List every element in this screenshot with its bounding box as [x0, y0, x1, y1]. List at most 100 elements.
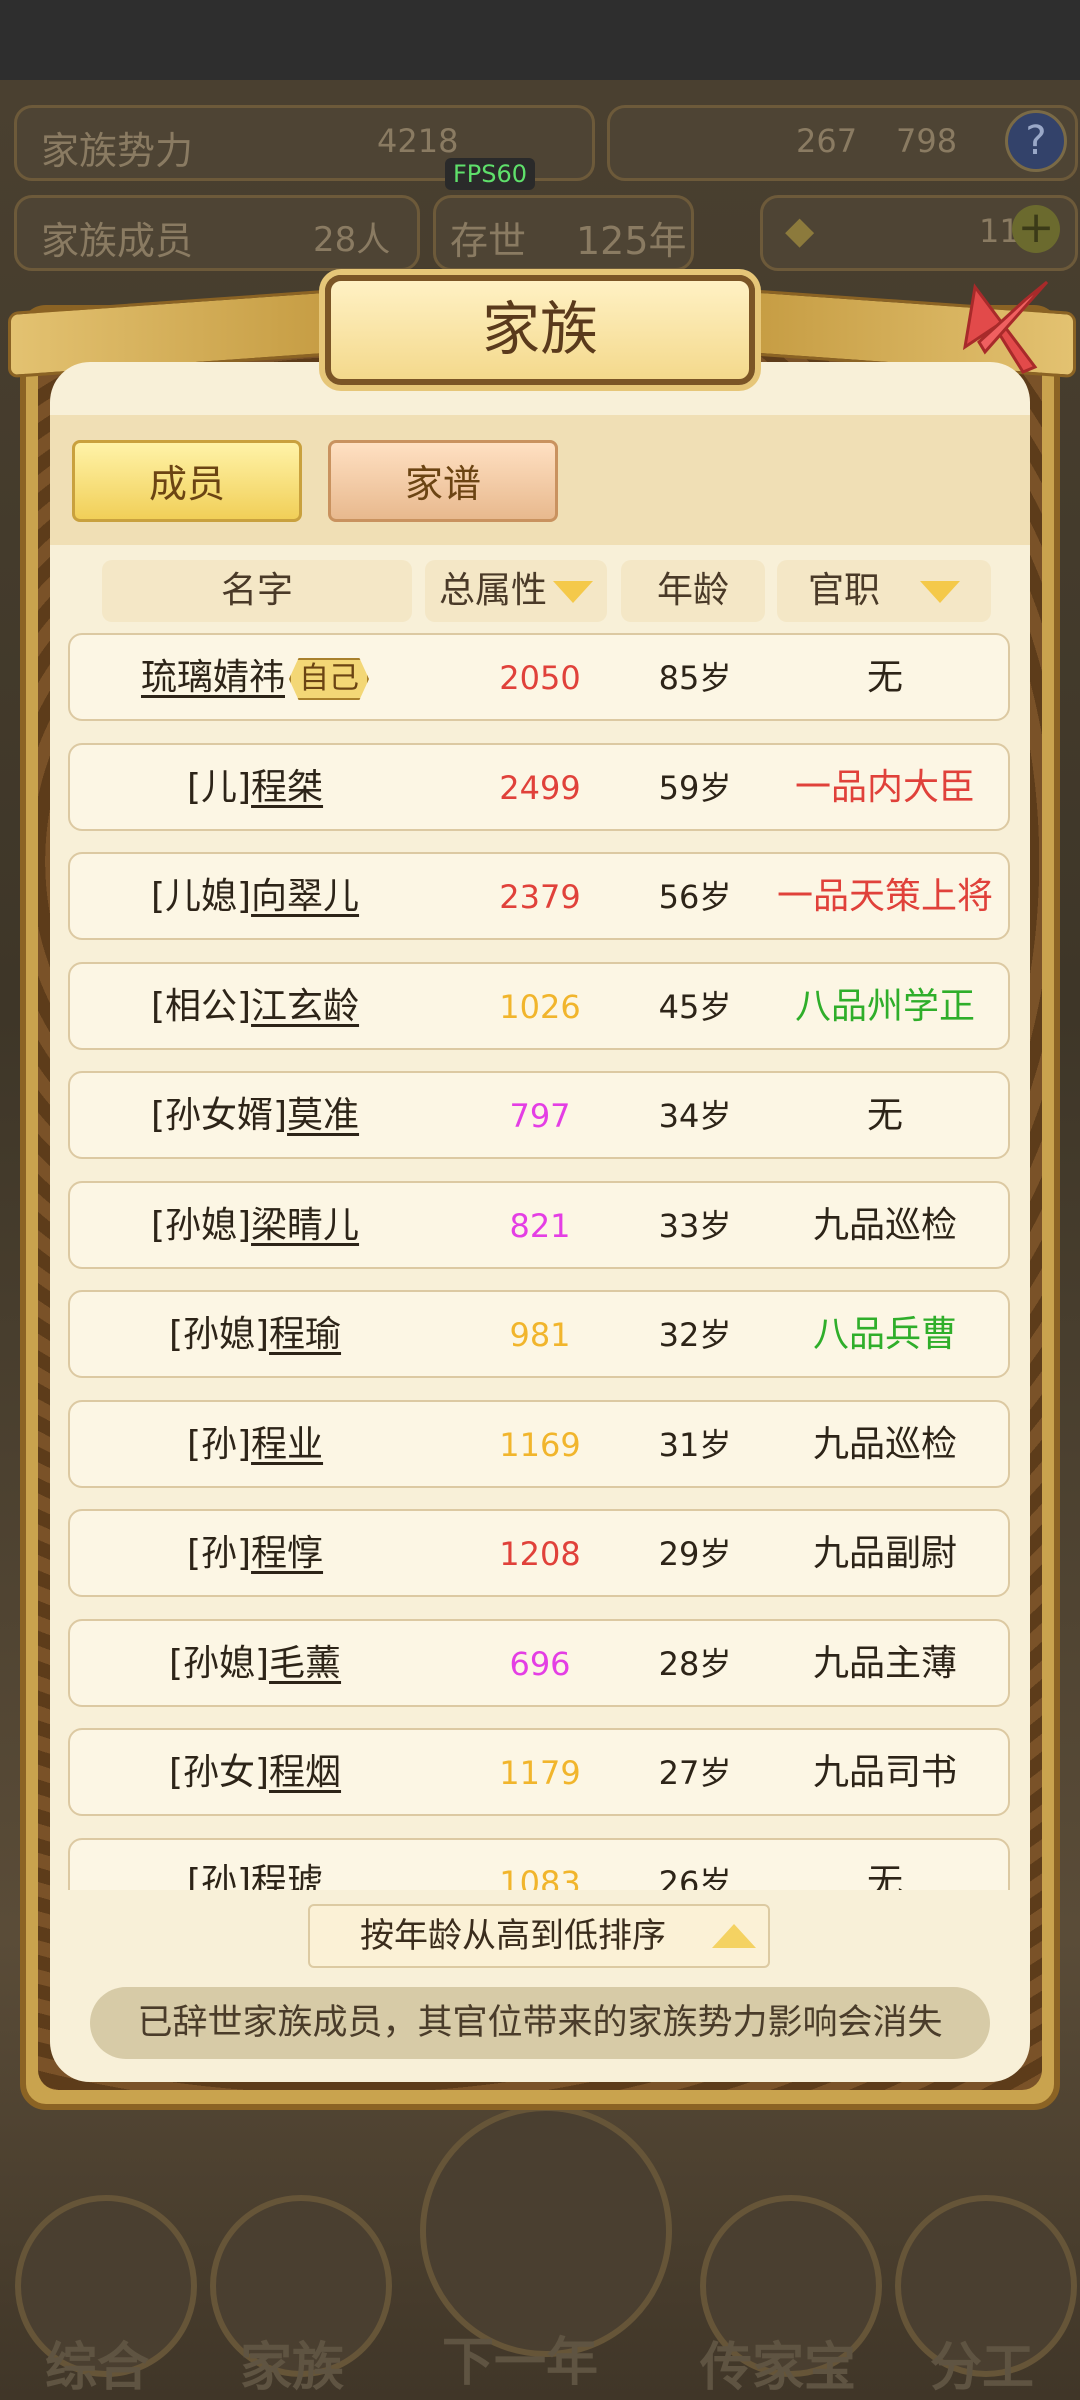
sort-order-button[interactable]: 按年龄从高到低排序: [308, 1904, 770, 1968]
member-name-cell: [孙]程琥: [70, 1840, 440, 1891]
member-row[interactable]: [孙]程惇 1208 29岁 九品副尉: [68, 1509, 1010, 1597]
member-attr: 1179: [499, 1754, 581, 1792]
member-row[interactable]: [儿媳]向翠儿 2379 56岁 一品天策上将: [68, 852, 1010, 940]
member-relation: [孙女]: [168, 1752, 270, 1793]
member-age: 26岁: [658, 1863, 732, 1891]
nav-label-general[interactable]: 综合: [45, 2325, 149, 2400]
column-header-age[interactable]: 年龄: [621, 560, 765, 622]
member-post: 无: [866, 657, 903, 698]
member-post: 九品司书: [812, 1752, 957, 1793]
member-name-link[interactable]: 程瑜: [269, 1314, 341, 1355]
member-name-link[interactable]: 江玄龄: [251, 986, 359, 1027]
member-row[interactable]: [孙]程业 1169 31岁 九品巡检: [68, 1399, 1010, 1490]
member-row[interactable]: [孙女]程烟 1179 27岁 九品司书: [68, 1728, 1010, 1816]
member-age: 32岁: [658, 1316, 732, 1354]
member-row[interactable]: [孙]程琥 1083 26岁 无: [68, 1837, 1010, 1891]
member-row[interactable]: [孙媳]毛薰 696 28岁 九品主薄: [68, 1618, 1010, 1709]
nav-label-division[interactable]: 分工: [930, 2325, 1034, 2400]
member-attr: 1083: [499, 1863, 581, 1891]
member-attr: 1169: [499, 1425, 581, 1464]
member-age: 59岁: [658, 768, 732, 807]
member-attr: 2379: [499, 878, 581, 916]
member-post: 九品副尉: [812, 1533, 957, 1574]
member-row[interactable]: 琉璃婧祎 自己 2050 85岁 无: [68, 633, 1010, 721]
dialog-title: 家族: [481, 295, 598, 363]
member-row[interactable]: [儿]程桀 2499 59岁 一品内大臣: [68, 742, 1010, 831]
member-attr: 981: [509, 1316, 571, 1354]
member-relation: [孙]: [186, 1533, 252, 1574]
member-name-cell: [孙媳]程瑜: [70, 1292, 440, 1380]
member-name-cell: [孙女]程烟: [70, 1730, 440, 1818]
filter-dropdown-icon: [920, 581, 960, 603]
dialog-title-plate: 家族: [325, 275, 755, 385]
existence-value: 125年: [576, 219, 687, 263]
member-name-link[interactable]: 程桀: [251, 767, 323, 808]
member-name-cell: [孙]程业: [70, 1402, 440, 1490]
member-name-cell: 琉璃婧祎 自己: [70, 635, 440, 723]
member-relation: [孙]: [186, 1861, 252, 1891]
clan-power-label: 家族势力: [41, 129, 194, 173]
member-name-link[interactable]: 向翠儿: [251, 876, 359, 917]
member-relation: [孙]: [186, 1423, 252, 1465]
member-age: 31岁: [658, 1425, 732, 1464]
member-post: 无: [866, 1095, 903, 1136]
member-name-link[interactable]: 毛薰: [269, 1643, 341, 1684]
member-age: 29岁: [658, 1535, 732, 1573]
member-age: 34岁: [658, 1097, 732, 1135]
column-header-post[interactable]: 官职: [777, 560, 991, 622]
member-name-link[interactable]: 程惇: [251, 1533, 323, 1574]
member-name-cell: [孙媳]毛薰: [70, 1621, 440, 1709]
member-row[interactable]: [孙媳]程瑜 981 32岁 八品兵曹: [68, 1290, 1010, 1378]
add-gold-icon[interactable]: +: [1012, 205, 1060, 253]
nav-label-heirloom[interactable]: 传家宝: [700, 2325, 856, 2400]
member-row[interactable]: [孙女婿]莫准 797 34岁 无: [68, 1071, 1010, 1159]
member-name-link[interactable]: 莫准: [287, 1095, 359, 1136]
member-relation: [孙媳]: [168, 1314, 270, 1355]
existence-box: 存世 125年: [433, 195, 694, 271]
member-post: 一品天策上将: [776, 876, 993, 917]
sort-dropdown-icon: [553, 581, 593, 603]
member-attr: 797: [509, 1097, 571, 1135]
member-age: 85岁: [658, 659, 732, 697]
member-post: 无: [866, 1861, 903, 1891]
member-name-link[interactable]: 琉璃婧祎: [141, 657, 285, 698]
member-list[interactable]: 琉璃婧祎 自己 2050 85岁无 [儿]程桀 2499 59岁 一品内大臣 [儿媳]向翠儿 23…: [68, 633, 1010, 1890]
member-name-cell: [孙女婿]莫准: [70, 1073, 440, 1161]
member-attr: 2499: [499, 768, 581, 807]
member-row[interactable]: [孙媳]梁睛儿 821 33岁 九品巡检: [68, 1180, 1010, 1271]
member-row[interactable]: [相公]江玄龄 1026 45岁 八品州学正: [68, 961, 1010, 1050]
member-post: 一品内大臣: [794, 766, 975, 808]
column-header-attr-label: 总属性: [438, 570, 547, 611]
tab-genealogy[interactable]: 家谱: [328, 440, 558, 522]
resource-b-value: 798: [896, 122, 958, 160]
member-relation: [孙女婿]: [150, 1095, 288, 1136]
member-relation: [孙媳]: [150, 1204, 252, 1246]
nav-label-family[interactable]: 家族: [240, 2325, 344, 2400]
member-relation: [孙媳]: [168, 1642, 270, 1684]
member-relation: [儿媳]: [150, 876, 252, 917]
member-name-cell: [孙]程惇: [70, 1511, 440, 1599]
tab-members[interactable]: 成员: [72, 440, 302, 522]
member-attr: 1026: [499, 987, 581, 1026]
member-post: 九品巡检: [812, 1423, 957, 1465]
close-icon[interactable]: [955, 272, 1055, 382]
member-name-cell: [孙媳]梁睛儿: [70, 1183, 440, 1271]
member-age: 27岁: [658, 1754, 732, 1792]
member-name-link[interactable]: 程烟: [269, 1752, 341, 1793]
nav-label-next-year[interactable]: 下一年: [442, 2320, 598, 2395]
help-icon[interactable]: ?: [1005, 110, 1067, 172]
member-name-link[interactable]: 程业: [251, 1424, 323, 1465]
column-header-name[interactable]: 名字: [102, 560, 412, 622]
member-age: 45岁: [658, 987, 732, 1026]
member-name-link[interactable]: 梁睛儿: [251, 1205, 359, 1246]
member-post: 八品州学正: [794, 985, 975, 1027]
member-age: 33岁: [658, 1206, 732, 1245]
members-label: 家族成员: [41, 219, 194, 263]
column-header-age-label: 年龄: [656, 570, 729, 611]
column-header-attr[interactable]: 总属性: [425, 560, 607, 622]
members-value: 28人: [313, 220, 391, 260]
sort-order-label: 按年龄从高到低排序: [360, 1916, 666, 1956]
member-name-link[interactable]: 程琥: [251, 1862, 323, 1891]
column-header-name-label: 名字: [220, 570, 293, 611]
member-post: 九品主薄: [812, 1642, 957, 1684]
